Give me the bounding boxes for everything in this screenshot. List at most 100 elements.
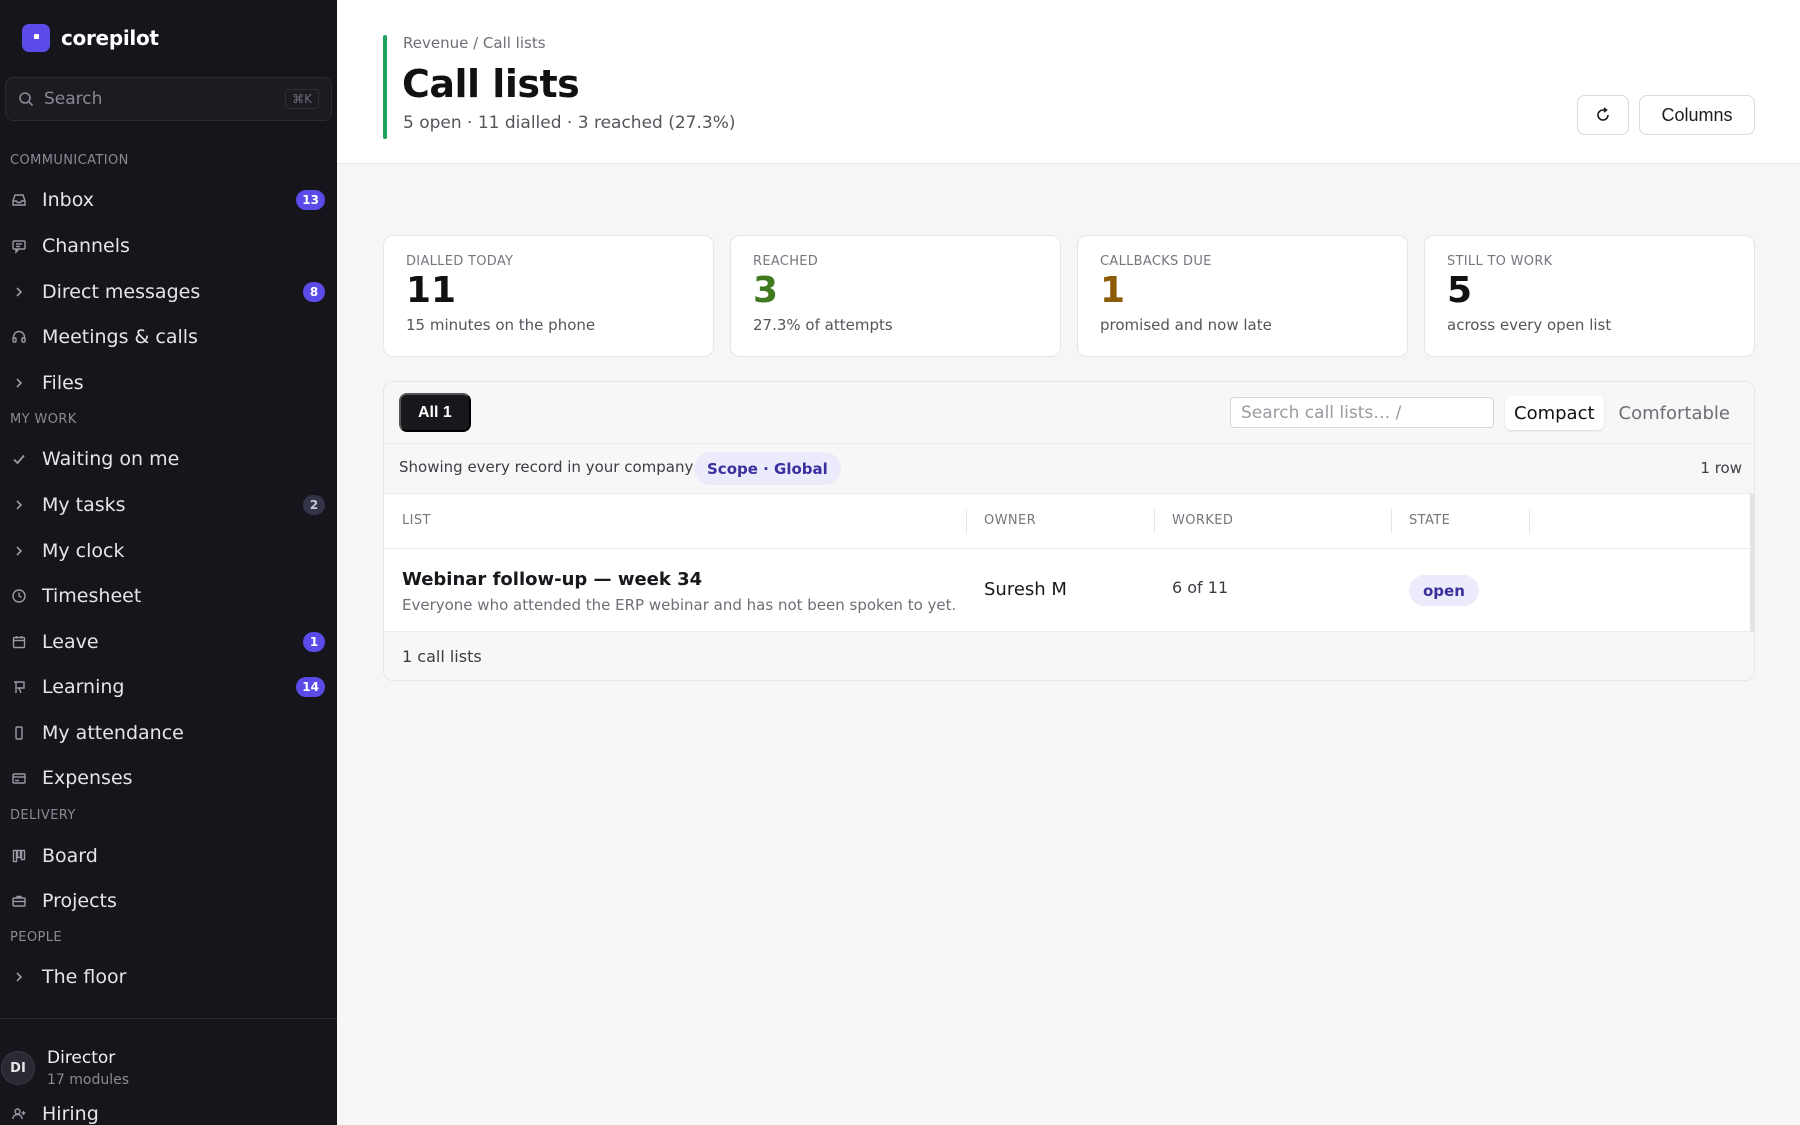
stat-cards: DIALLED TODAY 11 15 minutes on the phone… bbox=[383, 235, 1755, 357]
stat-card-still-to-work: STILL TO WORK 5 across every open list bbox=[1424, 235, 1755, 357]
user-plus-icon bbox=[10, 1105, 28, 1123]
stat-value: 5 bbox=[1447, 270, 1473, 311]
column-header-state[interactable]: STATE bbox=[1409, 513, 1450, 528]
column-divider[interactable] bbox=[1154, 509, 1155, 533]
scope-text: Showing every record in your company bbox=[399, 458, 694, 476]
column-header-worked[interactable]: WORKED bbox=[1172, 513, 1233, 528]
refresh-icon bbox=[1597, 107, 1609, 121]
sidebar-item-waiting-on-me[interactable]: Waiting on me bbox=[10, 439, 327, 479]
sidebar-item-expenses[interactable]: Expenses bbox=[10, 758, 327, 798]
table-footer-count: 1 call lists bbox=[402, 647, 482, 666]
breadcrumb[interactable]: Revenue / Call lists bbox=[403, 34, 546, 52]
list-description: Everyone who attended the ERP webinar an… bbox=[402, 596, 957, 614]
chevron-right-icon bbox=[10, 496, 28, 514]
sidebar-item-my-tasks[interactable]: My tasks 2 bbox=[10, 485, 327, 525]
sidebar-item-label: Leave bbox=[42, 631, 99, 653]
logo-icon bbox=[22, 24, 50, 52]
stat-label: REACHED bbox=[753, 254, 819, 269]
check-icon bbox=[10, 450, 28, 468]
section-communication: COMMUNICATION bbox=[10, 153, 129, 168]
scope-chip[interactable]: Scope · Global bbox=[694, 452, 841, 485]
filter-all-tab[interactable]: All 1 bbox=[399, 393, 471, 432]
leave-badge: 1 bbox=[303, 632, 325, 652]
sidebar-item-label: Board bbox=[42, 845, 98, 867]
sidebar-item-the-floor[interactable]: The floor bbox=[10, 957, 327, 997]
column-header-owner[interactable]: OWNER bbox=[984, 513, 1036, 528]
sidebar-item-leave[interactable]: Leave 1 bbox=[10, 622, 327, 662]
sidebar-item-label: Hiring bbox=[42, 1103, 99, 1125]
user-name: Director bbox=[47, 1048, 116, 1068]
search-icon bbox=[19, 92, 34, 107]
sidebar-item-learning[interactable]: Learning 14 bbox=[10, 667, 327, 707]
column-divider[interactable] bbox=[966, 509, 967, 533]
card-icon bbox=[10, 769, 28, 787]
sidebar-item-files[interactable]: Files bbox=[10, 363, 327, 403]
density-comfortable[interactable]: Comfortable bbox=[1610, 396, 1739, 430]
direct-messages-badge: 8 bbox=[303, 282, 325, 302]
sidebar-item-timesheet[interactable]: Timesheet bbox=[10, 576, 327, 616]
sidebar-divider bbox=[0, 1018, 337, 1019]
board-icon bbox=[10, 678, 28, 696]
density-toggle: Compact Comfortable bbox=[1505, 396, 1739, 430]
kanban-icon bbox=[10, 847, 28, 865]
accent-bar bbox=[383, 35, 387, 139]
sidebar-item-direct-messages[interactable]: Direct messages 8 bbox=[10, 272, 327, 312]
sidebar-item-label: Direct messages bbox=[42, 281, 201, 303]
table-footer: 1 call lists bbox=[384, 632, 1754, 680]
search-placeholder: Search bbox=[44, 89, 103, 109]
calendar-icon bbox=[10, 633, 28, 651]
sidebar-item-label: Projects bbox=[42, 890, 117, 912]
user-modules: 17 modules bbox=[47, 1072, 130, 1088]
call-list-search-input[interactable]: Search call lists… / bbox=[1230, 397, 1494, 428]
sidebar-item-projects[interactable]: Projects bbox=[10, 881, 327, 921]
inbox-icon bbox=[10, 191, 28, 209]
scope-row: Showing every record in your company Sco… bbox=[384, 444, 1754, 494]
sidebar-item-hiring[interactable]: Hiring bbox=[10, 1094, 327, 1125]
learning-badge: 14 bbox=[296, 677, 325, 697]
section-people: PEOPLE bbox=[10, 930, 62, 945]
table-scrollbar[interactable] bbox=[1750, 494, 1754, 632]
list-owner: Suresh M bbox=[984, 579, 1067, 600]
stat-label: CALLBACKS DUE bbox=[1100, 254, 1212, 269]
stat-label: DIALLED TODAY bbox=[406, 254, 514, 269]
sidebar-item-meetings[interactable]: Meetings & calls bbox=[10, 317, 327, 357]
column-divider[interactable] bbox=[1529, 509, 1530, 533]
stat-card-dialled: DIALLED TODAY 11 15 minutes on the phone bbox=[383, 235, 714, 357]
stat-value: 1 bbox=[1100, 270, 1126, 311]
refresh-button[interactable] bbox=[1577, 95, 1629, 135]
list-title[interactable]: Webinar follow-up — week 34 bbox=[402, 569, 702, 590]
density-compact[interactable]: Compact bbox=[1505, 396, 1604, 430]
chevron-right-icon bbox=[10, 283, 28, 301]
sidebar-item-my-attendance[interactable]: My attendance bbox=[10, 713, 327, 753]
section-my-work: MY WORK bbox=[10, 412, 77, 427]
user-menu[interactable]: DI Director 17 modules bbox=[0, 1038, 337, 1098]
avatar: DI bbox=[1, 1051, 35, 1085]
section-delivery: DELIVERY bbox=[10, 808, 76, 823]
sidebar-item-inbox[interactable]: Inbox 13 bbox=[10, 180, 327, 220]
table-row[interactable]: Webinar follow-up — week 34 Everyone who… bbox=[384, 549, 1754, 632]
call-lists-panel: All 1 Search call lists… / Compact Comfo… bbox=[383, 381, 1755, 681]
app-name: corepilot bbox=[61, 26, 159, 50]
sidebar-search[interactable]: Search ⌘K bbox=[5, 77, 332, 121]
search-shortcut: ⌘K bbox=[285, 89, 319, 109]
sidebar-item-label: Files bbox=[42, 372, 84, 394]
stat-label: STILL TO WORK bbox=[1447, 254, 1553, 269]
columns-button[interactable]: Columns bbox=[1639, 95, 1755, 135]
table-toolbar: All 1 Search call lists… / Compact Comfo… bbox=[384, 382, 1754, 444]
stat-note: across every open list bbox=[1447, 315, 1612, 334]
column-header-list[interactable]: LIST bbox=[402, 513, 431, 528]
sidebar-item-channels[interactable]: Channels bbox=[10, 226, 327, 266]
brand[interactable]: corepilot bbox=[22, 24, 159, 52]
page-subtitle: 5 open · 11 dialled · 3 reached (27.3%) bbox=[403, 113, 736, 133]
sidebar-item-label: Meetings & calls bbox=[42, 326, 198, 348]
user-info: Director 17 modules bbox=[47, 1048, 129, 1088]
headset-icon bbox=[10, 328, 28, 346]
chevron-right-icon bbox=[10, 968, 28, 986]
stat-note: promised and now late bbox=[1100, 315, 1272, 334]
column-divider[interactable] bbox=[1391, 509, 1392, 533]
sidebar-item-my-clock[interactable]: My clock bbox=[10, 531, 327, 571]
sidebar-item-board[interactable]: Board bbox=[10, 836, 327, 876]
sidebar-item-label: My tasks bbox=[42, 494, 126, 516]
sidebar-item-label: Expenses bbox=[42, 767, 133, 789]
my-tasks-badge: 2 bbox=[303, 495, 325, 515]
